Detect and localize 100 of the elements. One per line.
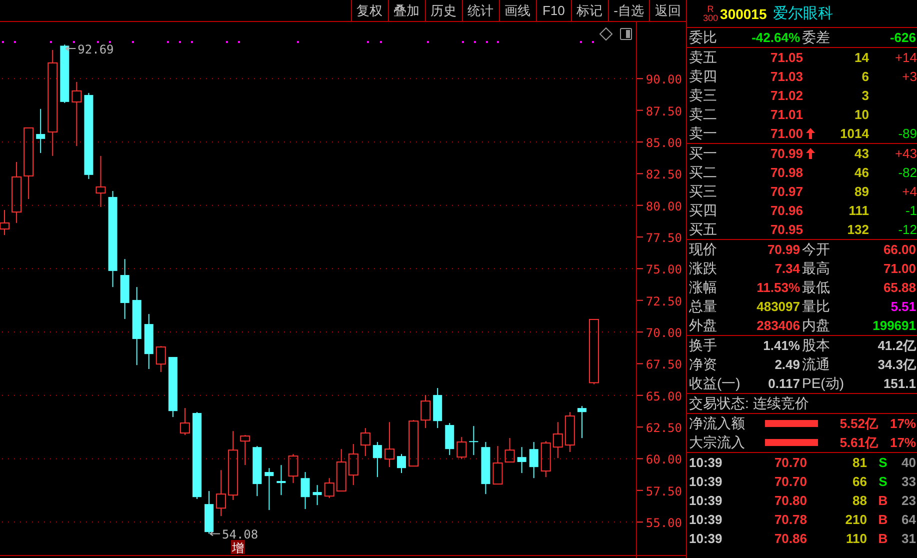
trade-side: B bbox=[877, 512, 889, 527]
value-text: 34.3亿 bbox=[876, 356, 917, 374]
candlestick bbox=[577, 406, 586, 439]
order-level-label: 卖二 bbox=[689, 106, 718, 124]
trade-side: S bbox=[878, 455, 888, 470]
trade-price: 70.86 bbox=[773, 531, 807, 546]
axis-tick-label: 75.00 bbox=[646, 262, 682, 277]
axis-tick-label: 80.00 bbox=[646, 199, 682, 214]
value-text: 71.00 bbox=[882, 261, 917, 276]
candlestick bbox=[433, 388, 442, 429]
trade-side: B bbox=[877, 493, 889, 508]
price-text: 70.96 bbox=[769, 203, 803, 218]
trade-time: 10:39 bbox=[689, 531, 724, 546]
row-label: 收益(一) bbox=[689, 374, 740, 392]
diamond-icon[interactable] bbox=[599, 27, 613, 41]
candlestick bbox=[540, 440, 551, 478]
trade-price: 70.78 bbox=[773, 512, 807, 527]
axis-tick-label: 62.50 bbox=[646, 421, 682, 436]
axis-tick-label: 65.00 bbox=[646, 389, 682, 404]
value-text: 2.49 bbox=[774, 357, 800, 372]
panel-toggle-icon[interactable] bbox=[620, 28, 632, 40]
candlestick bbox=[180, 408, 190, 436]
price-text: 71.00 bbox=[769, 126, 803, 141]
row-label: PE(动) bbox=[801, 374, 845, 392]
candlestick bbox=[372, 442, 382, 478]
change-text: +43 bbox=[894, 146, 917, 161]
order-level-label: 卖四 bbox=[689, 68, 718, 86]
candlestick bbox=[288, 454, 298, 484]
row-label: 外盘 bbox=[689, 316, 718, 334]
volume-text: 3 bbox=[860, 88, 869, 103]
trade-volume: 210 bbox=[844, 512, 867, 527]
value-text: -626 bbox=[888, 30, 917, 45]
candlestick bbox=[336, 448, 346, 492]
flow-bar bbox=[765, 439, 818, 446]
order-level-label: 卖五 bbox=[689, 48, 718, 66]
amount-text: 5.52亿 bbox=[838, 414, 878, 432]
trade-side: S bbox=[878, 474, 888, 489]
change-text: -12 bbox=[897, 222, 917, 237]
order-level-label: 卖一 bbox=[689, 124, 718, 142]
candlestick bbox=[564, 412, 575, 452]
value-text: 283406 bbox=[756, 318, 800, 333]
axis-tick-label: 57.50 bbox=[646, 484, 682, 498]
trade-price: 70.80 bbox=[773, 493, 807, 508]
candlestick bbox=[408, 420, 419, 467]
price-text: 70.98 bbox=[769, 165, 803, 180]
change-text: -82 bbox=[897, 165, 917, 180]
candlestick bbox=[552, 422, 563, 459]
value-text: 70.99 bbox=[766, 242, 800, 257]
trade-time: 10:39 bbox=[689, 455, 724, 470]
candlestick bbox=[588, 318, 599, 385]
trade-count: 31 bbox=[900, 531, 917, 546]
volume-text: 6 bbox=[860, 69, 869, 84]
candlestick bbox=[312, 484, 322, 506]
trade-time: 10:39 bbox=[689, 474, 724, 489]
trade-price: 70.70 bbox=[773, 455, 807, 470]
axis-tick-label: 87.50 bbox=[646, 104, 682, 118]
percent-text: 17% bbox=[888, 435, 917, 450]
volume-text: 132 bbox=[846, 222, 869, 237]
change-text: -89 bbox=[897, 126, 917, 141]
candlestick bbox=[240, 434, 250, 466]
candlestick bbox=[36, 108, 46, 154]
axis-tick-label: 82.50 bbox=[646, 168, 682, 182]
order-level-label: 买二 bbox=[689, 164, 718, 182]
row-label: 最高 bbox=[801, 260, 831, 278]
candlestick bbox=[420, 394, 431, 429]
trade-count: 64 bbox=[900, 512, 917, 527]
candlestick bbox=[144, 314, 154, 370]
price-text: 71.05 bbox=[769, 50, 803, 65]
trade-price: 70.70 bbox=[773, 474, 807, 489]
volume-text: 89 bbox=[854, 184, 869, 199]
candlestick bbox=[0, 210, 10, 236]
trade-volume: 81 bbox=[852, 455, 867, 470]
volume-text: 46 bbox=[854, 165, 869, 180]
candlestick bbox=[12, 162, 22, 224]
candlestick bbox=[300, 472, 310, 510]
market-label: R 300 bbox=[703, 4, 718, 22]
order-level-label: 买五 bbox=[689, 220, 718, 238]
candlestick bbox=[397, 454, 406, 474]
candlestick bbox=[264, 468, 274, 511]
arrow-up-icon bbox=[806, 128, 814, 139]
value-text: 199691 bbox=[872, 318, 917, 333]
row-label: 最低 bbox=[801, 278, 831, 296]
value-text: 483097 bbox=[756, 299, 800, 314]
value-text: 151.1 bbox=[882, 376, 917, 391]
candlestick bbox=[168, 356, 178, 418]
volume-text: 43 bbox=[854, 146, 869, 161]
candlestick bbox=[348, 444, 358, 486]
candlestick bbox=[504, 438, 515, 462]
candlestick bbox=[517, 446, 526, 474]
row-label: 总量 bbox=[689, 298, 718, 316]
candlestick bbox=[469, 426, 478, 456]
trade-time: 10:39 bbox=[689, 493, 724, 508]
price-text: 70.97 bbox=[769, 184, 803, 199]
stock-name: 爱尔眼科 bbox=[772, 4, 833, 23]
row-label: 涨幅 bbox=[689, 278, 718, 296]
price-text: 71.01 bbox=[769, 107, 803, 122]
row-label: 内盘 bbox=[801, 316, 831, 334]
flow-bar bbox=[765, 420, 818, 427]
axis-tick-label: 90.00 bbox=[646, 72, 682, 87]
axis-tick-label: 55.00 bbox=[646, 516, 682, 530]
